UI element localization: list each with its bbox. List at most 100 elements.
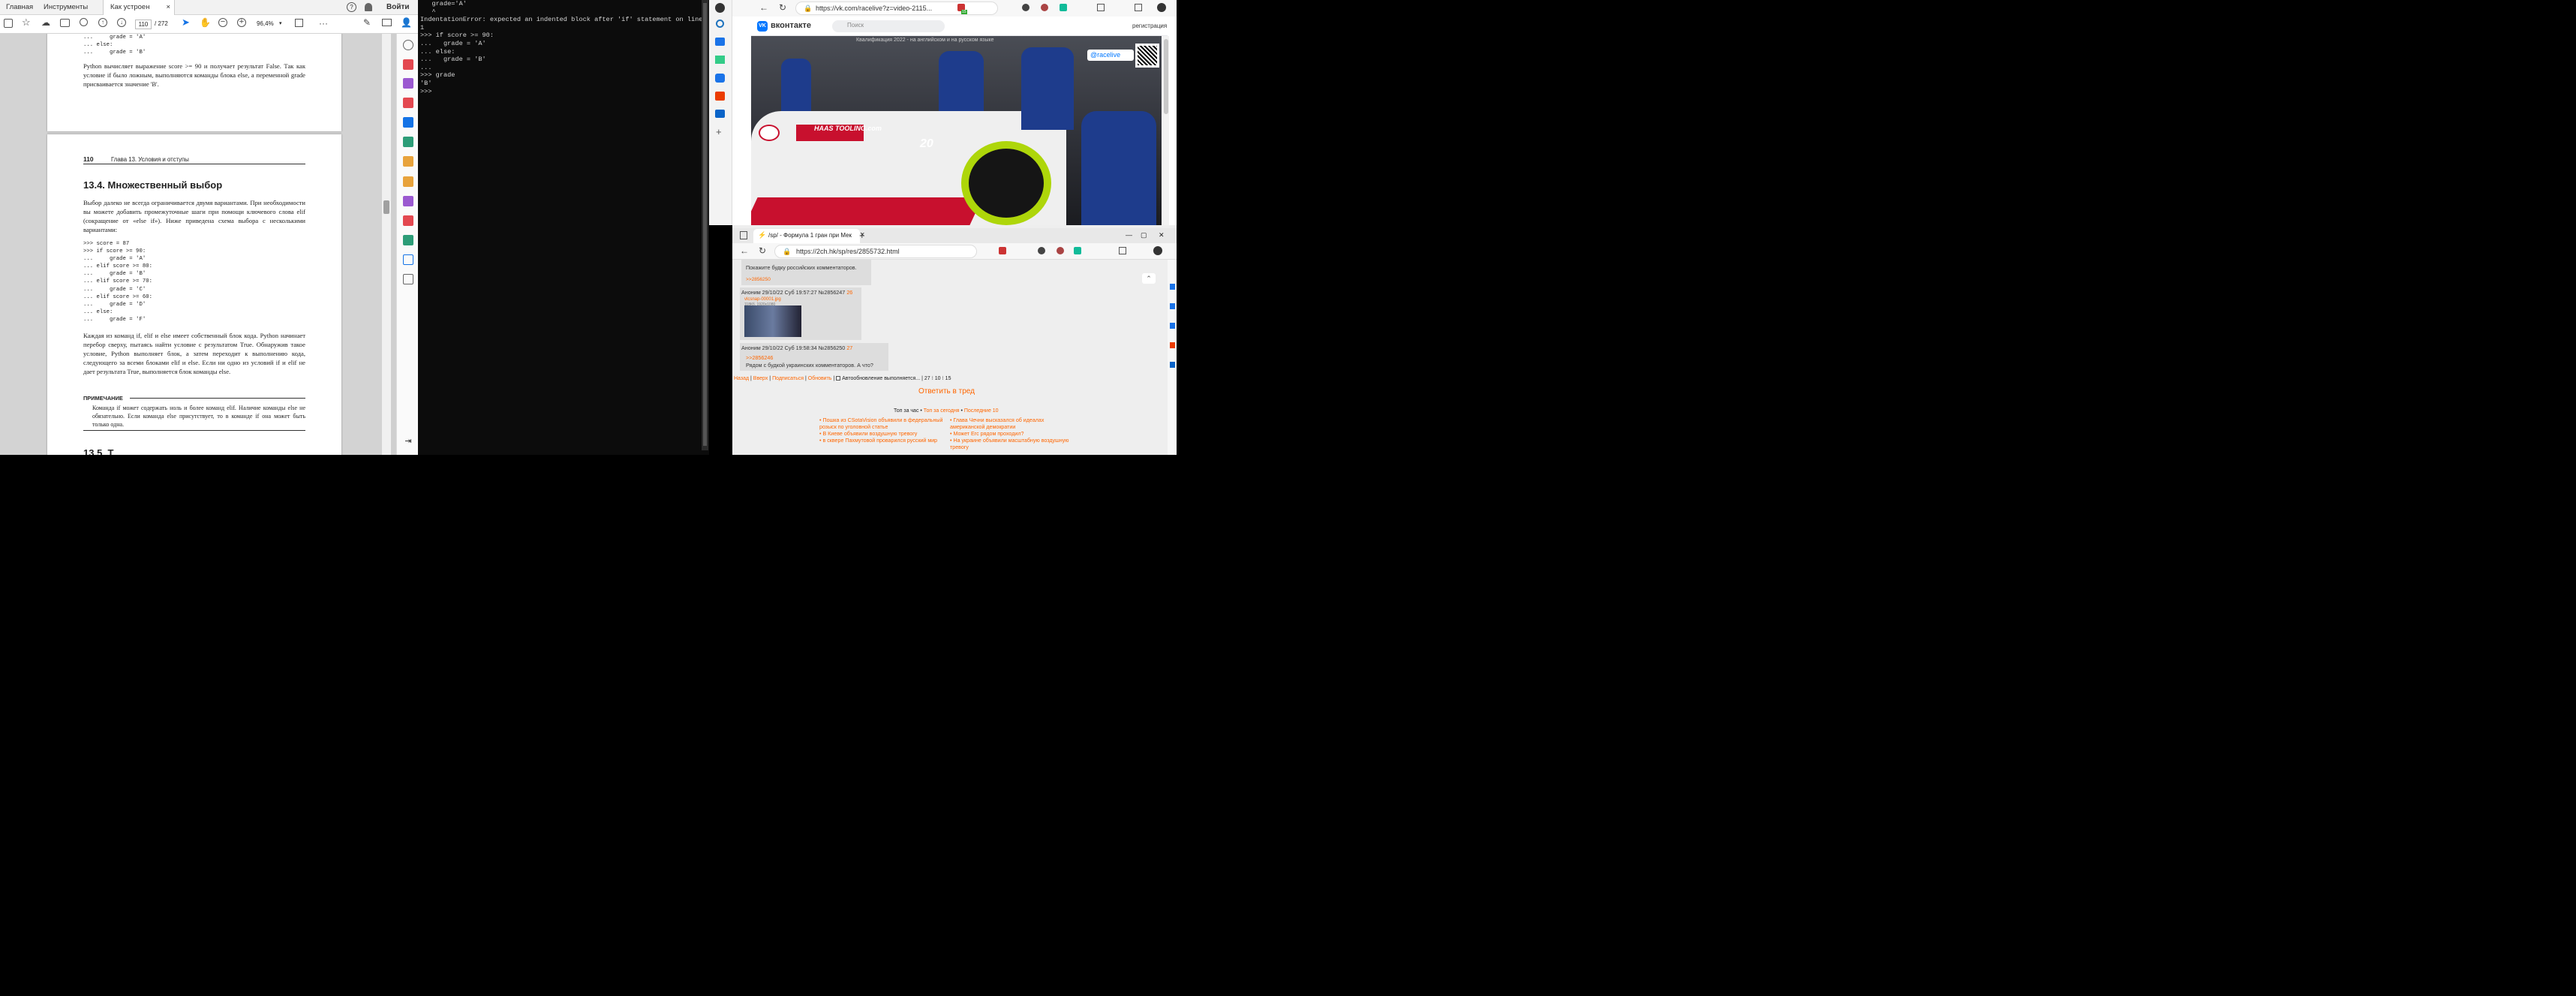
zoom-out-icon[interactable]: − (218, 18, 227, 27)
star-icon[interactable]: ☆ (22, 17, 31, 28)
chevron-down-icon[interactable]: ▾ (279, 20, 282, 26)
top-item[interactable]: • На украине объявили масштабную воздушн… (950, 438, 1074, 451)
profile-icon[interactable] (1153, 246, 1162, 255)
close-icon[interactable]: × (166, 0, 170, 15)
post-number[interactable]: 27 (846, 345, 852, 351)
tab-home[interactable]: Главная (6, 0, 33, 15)
scrollbar-thumb[interactable] (1164, 39, 1168, 114)
tools-icon[interactable] (715, 56, 725, 64)
back-icon[interactable]: ← (740, 245, 749, 256)
help-icon[interactable]: ? (347, 2, 356, 12)
top-item-link[interactable]: в сквере Пахмутовой проварился русский м… (822, 438, 937, 444)
refresh-link[interactable]: Обновить (808, 376, 832, 381)
tab-tools[interactable]: Инструменты (44, 0, 88, 15)
search-icon[interactable] (80, 18, 88, 26)
collections-icon[interactable] (1119, 247, 1126, 254)
top-item[interactable]: • в сквере Пахмутовой проварился русский… (819, 438, 943, 444)
close-window-icon[interactable]: ✕ (1159, 231, 1165, 239)
top-item-link[interactable]: В Киеве объявили воздушную тревогу (822, 431, 917, 437)
sidebar-icon[interactable] (1170, 284, 1175, 290)
outlook-icon[interactable] (715, 110, 725, 118)
top-item[interactable]: • Глава Чечни высказался об идеалах амер… (950, 417, 1074, 431)
vk-logo-text[interactable]: вконтакте (771, 21, 811, 30)
tab-actions-icon[interactable] (740, 231, 747, 239)
file-link[interactable]: vlcsnap-00001.jpg (744, 296, 860, 302)
cloud-upload-icon[interactable]: ☁ (41, 17, 50, 28)
top-item-link[interactable]: Может Егс рядом проходил? (953, 431, 1023, 437)
top-item[interactable]: • Пошка из CSotaVision объявили в федера… (819, 417, 943, 431)
top-item-link[interactable]: Глава Чечни высказался об идеалах америк… (950, 417, 1044, 430)
scrollbar-thumb[interactable] (703, 3, 707, 446)
nav-top-link[interactable]: Вверх (753, 376, 768, 381)
user-add-icon[interactable]: 👤 (401, 17, 412, 28)
profile-icon[interactable] (1157, 3, 1166, 12)
comment-icon[interactable] (403, 176, 413, 187)
vk-search-input[interactable]: Поиск (832, 20, 945, 32)
new-tab-icon[interactable]: + (859, 230, 865, 241)
search-icon[interactable] (716, 20, 724, 28)
scrollbar[interactable] (382, 34, 391, 455)
extension-icon[interactable] (1041, 4, 1048, 11)
games-icon[interactable] (715, 74, 725, 83)
register-link[interactable]: регистрация (1132, 23, 1167, 29)
refresh-icon[interactable]: ↻ (759, 245, 766, 256)
reply-thread-button[interactable]: Ответить в тред (918, 387, 975, 396)
scrollbar-thumb[interactable] (383, 200, 389, 214)
page-fit-icon[interactable] (295, 19, 303, 27)
reply-link[interactable]: >>2856250 (746, 276, 867, 284)
top-item-link[interactable]: Пошка из CSotaVision объявили в федераль… (819, 417, 942, 430)
extension-icon[interactable] (1022, 4, 1029, 11)
minimize-icon[interactable]: — (1126, 231, 1132, 239)
signin-button[interactable]: Войти (386, 0, 410, 15)
subscribe-link[interactable]: Подписаться (772, 376, 804, 381)
python-terminal[interactable]: grade='A' ^ IndentationError: expected a… (418, 0, 709, 455)
top-item[interactable]: • В Киеве объявили воздушную тревогу (819, 431, 943, 438)
extension-icon[interactable] (1074, 247, 1081, 254)
extension-icon[interactable] (1060, 4, 1067, 11)
combine-files-icon[interactable] (403, 78, 413, 89)
vk-logo-icon[interactable]: VK (757, 21, 768, 32)
organize-pages-icon[interactable] (403, 98, 413, 108)
top-day-link[interactable]: Топ за сегодня (924, 408, 960, 414)
hand-icon[interactable]: ✋ (200, 17, 211, 28)
post-number[interactable]: 26 (846, 289, 852, 296)
export-pdf-icon[interactable] (403, 137, 413, 147)
page-down-icon[interactable]: ↓ (117, 18, 126, 27)
avatar[interactable] (715, 3, 725, 13)
scroll-top-button[interactable]: ⌃ (1142, 273, 1156, 284)
fill-sign-icon[interactable] (403, 196, 413, 206)
save-icon[interactable] (4, 19, 13, 28)
page-up-icon[interactable]: ↑ (98, 18, 107, 27)
add-icon[interactable]: + (716, 126, 722, 137)
sidebar-icon[interactable] (1170, 362, 1175, 368)
maximize-icon[interactable]: ▢ (1141, 231, 1147, 239)
pdf-viewport[interactable]: >>> if score >= 90: ... grade = 'A' ... … (0, 34, 391, 455)
protect-icon[interactable] (403, 254, 413, 265)
zoom-tool-icon[interactable] (403, 40, 413, 50)
zoom-level[interactable]: 96,4% (257, 20, 274, 27)
back-icon[interactable]: ← (759, 2, 768, 13)
zoom-in-icon[interactable]: + (237, 18, 246, 27)
shopping-icon[interactable] (715, 38, 725, 46)
edit-pdf-icon[interactable] (403, 117, 413, 128)
nav-back-link[interactable]: Назад (734, 376, 749, 381)
post-image-thumbnail[interactable] (744, 305, 801, 337)
url-field[interactable]: 🔒 https://2ch.hk/sp/res/2855732.html (774, 245, 977, 258)
sidebar-icon[interactable] (1170, 303, 1175, 309)
tab-2ch[interactable]: ⚡ /sp/ - Формула 1 гран при Мек (753, 229, 860, 243)
create-pdf-icon[interactable] (403, 59, 413, 70)
extension-icon[interactable] (999, 247, 1006, 254)
print-production-icon[interactable] (403, 235, 413, 245)
autoupdate-checkbox[interactable] (836, 376, 841, 381)
terminal-scrollbar[interactable] (702, 0, 708, 450)
collapse-panel-icon[interactable]: ⇥ (403, 436, 413, 447)
scan-icon[interactable] (403, 215, 413, 226)
pen-sign-icon[interactable]: ✎ (363, 17, 371, 28)
print-icon[interactable] (60, 19, 70, 27)
top-item[interactable]: • Может Егс рядом проходил? (950, 431, 1074, 438)
collections-icon[interactable] (1135, 4, 1142, 11)
extension-icon[interactable] (1057, 247, 1064, 254)
refresh-icon[interactable]: ↻ (779, 2, 786, 13)
select-cursor-icon[interactable]: ➤ (182, 17, 190, 28)
share-icon[interactable] (403, 156, 413, 167)
